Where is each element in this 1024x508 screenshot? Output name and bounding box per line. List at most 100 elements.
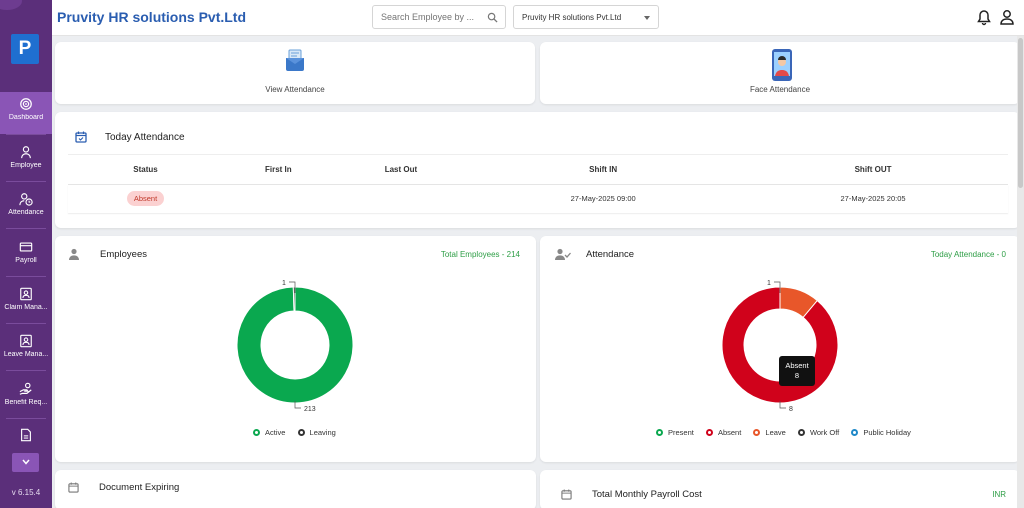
legend-label: Present <box>668 428 694 437</box>
payroll-cost-title: Total Monthly Payroll Cost <box>592 489 702 500</box>
leave-icon <box>20 334 32 348</box>
employees-legend: Active Leaving <box>253 428 346 437</box>
column-header: Shift IN <box>468 154 739 185</box>
legend-label: Leaving <box>309 428 336 437</box>
sidebar-item-attendance[interactable]: Attendance <box>0 187 52 229</box>
person-check-icon <box>555 248 571 260</box>
legend-dot <box>253 429 260 436</box>
sidebar-item-label: Benefit Req... <box>4 399 48 406</box>
sidebar-item-label: Attendance <box>8 209 44 216</box>
sidebar-item-dashboard[interactable]: Dashboard <box>0 92 52 134</box>
legend-item-active[interactable]: Active <box>253 428 285 437</box>
sidebar-item-employee[interactable]: Employee <box>0 140 52 182</box>
legend-item-absent[interactable]: Absent <box>705 428 742 437</box>
payroll-icon <box>19 242 33 252</box>
search-icon[interactable] <box>487 12 498 23</box>
sidebar-item-payroll[interactable]: Payroll <box>0 235 52 277</box>
notification-bell-icon[interactable] <box>976 9 992 26</box>
page-scrollbar-thumb[interactable] <box>1018 38 1023 188</box>
legend-item-leave[interactable]: Leave <box>753 428 786 437</box>
sidebar-item-benefit[interactable]: Benefit Req... <box>0 377 52 419</box>
expand-sidebar-button[interactable] <box>12 453 39 472</box>
search-input[interactable] <box>373 6 481 28</box>
company-select[interactable]: Pruvity HR solutions Pvt.Ltd <box>513 5 659 29</box>
tooltip-value: 8 <box>794 371 800 380</box>
benefit-icon <box>19 382 32 395</box>
sidebar-item-leave[interactable]: Leave Mana... <box>0 329 52 371</box>
legend-dot <box>297 429 305 436</box>
total-employees: Total Employees - 214 <box>440 250 520 259</box>
tooltip-title: Absent <box>785 361 809 370</box>
legend-label: Absent <box>717 428 742 437</box>
view-attendance-label: View Attendance <box>265 85 325 94</box>
calendar-check-icon <box>75 131 87 143</box>
sidebar-item-label: Leave Mana... <box>3 351 49 358</box>
legend-dot <box>656 429 663 436</box>
divider <box>6 323 46 324</box>
legend-label: Work Off <box>809 428 840 437</box>
sidebar-item-claim[interactable]: Claim Mana... <box>0 282 52 324</box>
legend-dot <box>851 429 859 436</box>
document-expiring-title: Document Expiring <box>99 482 180 493</box>
attendance-summary-card: Attendance Today Attendance - 0 18 Absen… <box>540 236 1020 462</box>
legend-label: Public Holiday <box>863 428 911 437</box>
data-label: 8 <box>789 406 793 413</box>
payroll-currency: INR <box>992 490 1006 499</box>
today-attendance-total: Today Attendance - 0 <box>930 250 1006 259</box>
claim-icon <box>20 287 32 301</box>
company-title: Pruvity HR solutions Pvt.Ltd <box>57 9 247 25</box>
attendance-title: Attendance <box>586 249 635 260</box>
document-icon <box>21 428 31 442</box>
employees-title: Employees <box>100 249 147 260</box>
app-logo[interactable]: P <box>11 34 39 64</box>
attendance-legend: Present Absent Leave Work Off Public Hol… <box>656 428 921 437</box>
user-profile-icon[interactable] <box>1000 9 1014 25</box>
sidebar-decoration <box>0 0 22 10</box>
legend-label: Active <box>265 428 286 437</box>
employees-donut-chart: 1 213 <box>236 280 354 413</box>
employee-search[interactable] <box>372 5 506 29</box>
app-version: v 6.15.4 <box>11 488 41 497</box>
today-attendance-table: Status First In Last Out Shift IN Shift … <box>68 154 1008 213</box>
face-attendance-label: Face Attendance <box>749 85 811 94</box>
face-attendance-card[interactable]: Face Attendance <box>540 42 1020 104</box>
top-header: Pruvity HR solutions Pvt.Ltd Pruvity HR … <box>52 0 1024 36</box>
attendance-donut-chart: 18 <box>721 280 839 413</box>
view-attendance-card[interactable]: View Attendance <box>55 42 535 104</box>
table-row: Absent 27-May-2025 09:00 27-May-2025 20:… <box>68 185 1008 213</box>
dashboard-icon <box>20 98 32 110</box>
legend-dot <box>705 429 713 436</box>
sidebar-item-label: Payroll <box>15 257 37 264</box>
shift-in-cell: 27-May-2025 09:00 <box>570 194 636 204</box>
person-icon <box>69 248 79 260</box>
calendar-icon <box>561 489 572 500</box>
legend-item-leaving[interactable]: Leaving <box>297 428 336 437</box>
legend-label: Leave <box>765 428 786 437</box>
person-icon <box>21 146 31 159</box>
document-expiring-card: Document Expiring <box>55 470 536 508</box>
column-header: Status <box>68 154 223 185</box>
legend-item-public-holiday[interactable]: Public Holiday <box>851 428 911 437</box>
data-label: 213 <box>304 406 316 413</box>
legend-item-present[interactable]: Present <box>656 428 694 437</box>
face-attendance-icon <box>772 49 792 81</box>
column-header: Last Out <box>333 154 469 185</box>
chart-tooltip: Absent 8 <box>779 356 815 386</box>
today-attendance-card: Today Attendance Status First In Last Ou… <box>55 112 1020 228</box>
first-in-cell <box>223 185 334 213</box>
chevron-down-icon <box>21 459 30 465</box>
today-attendance-title: Today Attendance <box>105 132 185 143</box>
column-header: First In <box>222 154 334 185</box>
view-attendance-icon <box>286 49 304 71</box>
sidebar-item-label: Employee <box>10 162 42 169</box>
status-badge: Absent <box>126 191 165 207</box>
sidebar-item-label: Claim Mana... <box>4 304 48 311</box>
attendance-icon <box>19 193 33 206</box>
legend-item-work-off[interactable]: Work Off <box>797 428 840 437</box>
column-header: Shift OUT <box>738 154 1008 185</box>
sidebar: P Dashboard Employee Attendance Payroll … <box>0 0 52 508</box>
divider <box>6 228 46 229</box>
sidebar-item-label: Dashboard <box>8 114 44 121</box>
divider <box>6 134 46 135</box>
payroll-cost-card: Total Monthly Payroll Cost INR <box>540 470 1020 508</box>
